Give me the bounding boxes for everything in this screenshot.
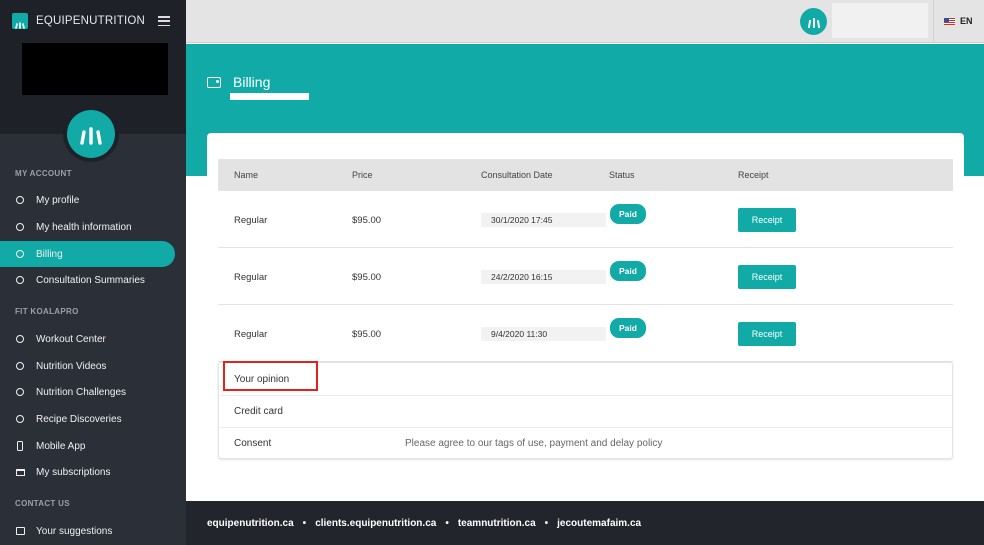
title-underline xyxy=(230,93,309,100)
option-consent[interactable]: Consent Please agree to our tags of use,… xyxy=(219,427,952,459)
topbar: EN xyxy=(186,0,984,43)
billing-card: Name Price Consultation Date Status Rece… xyxy=(207,133,964,503)
circle-icon xyxy=(16,223,24,231)
circle-icon xyxy=(16,388,24,396)
date-value: 9/4/2020 11:30 xyxy=(481,327,606,341)
sidebar-item-nutrition-challenges[interactable]: Nutrition Challenges xyxy=(0,379,175,405)
cell-price: $95.00 xyxy=(352,329,382,340)
circle-icon xyxy=(16,362,24,370)
brand-logo-icon xyxy=(12,13,28,29)
sidebar-item-consultation-summaries[interactable]: Consultation Summaries xyxy=(0,267,175,293)
sidebar-item-label: Your suggestions xyxy=(36,525,113,537)
sidebar-item-label: My profile xyxy=(36,194,80,206)
sidebar-item-workout-center[interactable]: Workout Center xyxy=(0,326,175,352)
date-value: 24/2/2020 16:15 xyxy=(481,270,606,284)
page-title: Billing xyxy=(233,74,271,90)
language-label: EN xyxy=(960,16,973,26)
table-header: Name Price Consultation Date Status Rece… xyxy=(218,159,953,191)
billing-options-panel: Your opinion Credit card Consent Please … xyxy=(218,362,953,459)
header-date: Consultation Date xyxy=(481,170,553,180)
circle-icon xyxy=(16,250,24,258)
sidebar-item-your-suggestions[interactable]: Your suggestions xyxy=(0,518,175,544)
table-row: Regular $95.00 24/2/2020 16:15 Paid Rece… xyxy=(218,248,953,305)
section-my-account: MY ACCOUNT xyxy=(15,169,72,178)
receipt-button[interactable]: Receipt xyxy=(738,322,796,346)
option-credit-card[interactable]: Credit card xyxy=(219,395,952,427)
sidebar-item-nutrition-videos[interactable]: Nutrition Videos xyxy=(0,353,175,379)
cell-price: $95.00 xyxy=(352,272,382,283)
cell-date: 24/2/2020 16:15 xyxy=(481,270,606,284)
status-badge: Paid xyxy=(610,261,646,281)
speech-bubble-icon xyxy=(16,527,25,535)
redacted-user-info xyxy=(22,43,168,95)
circle-icon xyxy=(16,335,24,343)
date-value: 30/1/2020 17:45 xyxy=(481,213,606,227)
section-fit-koalapro: FIT KOALAPRO xyxy=(15,307,79,316)
language-selector[interactable]: EN xyxy=(944,16,973,26)
receipt-button[interactable]: Receipt xyxy=(738,265,796,289)
footer-link-teamnutrition[interactable]: teamnutrition.ca xyxy=(458,518,536,529)
phone-icon xyxy=(17,441,23,451)
cell-name: Regular xyxy=(234,215,268,226)
footer-link-clients[interactable]: clients.equipenutrition.ca xyxy=(315,518,436,529)
status-badge: Paid xyxy=(610,204,646,224)
circle-icon xyxy=(16,415,24,423)
highlight-box xyxy=(223,361,318,391)
redacted-user-name[interactable] xyxy=(832,3,928,38)
brand-name: EQUIPENUTRITION xyxy=(36,15,146,27)
sidebar-item-label: My health information xyxy=(36,221,132,233)
table-row: Regular $95.00 30/1/2020 17:45 Paid Rece… xyxy=(218,191,953,248)
cell-date: 30/1/2020 17:45 xyxy=(481,213,606,227)
option-label: Credit card xyxy=(234,406,283,417)
cell-name: Regular xyxy=(234,329,268,340)
sidebar-item-label: Workout Center xyxy=(36,333,106,345)
sidebar: EQUIPENUTRITION MY ACCOUNT My profile My… xyxy=(0,0,186,545)
cell-name: Regular xyxy=(234,272,268,283)
footer-separator: • xyxy=(544,517,549,529)
header-price: Price xyxy=(352,170,373,180)
footer-link-jecoutemafaim[interactable]: jecoutemafaim.ca xyxy=(557,518,641,529)
footer-separator: • xyxy=(445,517,449,529)
sidebar-item-label: Nutrition Challenges xyxy=(36,386,127,398)
sidebar-item-label: Mobile App xyxy=(36,440,86,452)
sidebar-item-label: My subscriptions xyxy=(36,466,111,478)
footer-link-equipenutrition[interactable]: equipenutrition.ca xyxy=(207,518,294,529)
sidebar-avatar[interactable] xyxy=(63,106,119,162)
sidebar-item-recipe-discoveries[interactable]: Recipe Discoveries xyxy=(0,406,175,432)
wallet-icon xyxy=(207,76,221,88)
avatar-logo-icon xyxy=(67,110,115,158)
sidebar-item-billing[interactable]: Billing xyxy=(0,241,175,267)
section-contact-us: CONTACT US xyxy=(15,499,70,508)
footer: equipenutrition.ca • clients.equipenutri… xyxy=(186,501,984,545)
user-avatar[interactable] xyxy=(800,8,827,35)
option-your-opinion[interactable]: Your opinion xyxy=(219,363,952,395)
sidebar-item-label: Recipe Discoveries xyxy=(36,413,122,425)
option-label: Consent xyxy=(234,438,272,449)
divider xyxy=(933,0,934,43)
page-title-area: Billing xyxy=(207,74,270,90)
card-icon xyxy=(16,468,25,476)
brand[interactable]: EQUIPENUTRITION xyxy=(12,13,145,29)
hamburger-menu-icon[interactable] xyxy=(158,16,170,26)
receipt-button[interactable]: Receipt xyxy=(738,208,796,232)
table-row: Regular $95.00 9/4/2020 11:30 Paid Recei… xyxy=(218,305,953,362)
consent-description: Please agree to our tags of use, payment… xyxy=(405,438,663,449)
sidebar-item-my-profile[interactable]: My profile xyxy=(0,187,175,213)
sidebar-item-label: Billing xyxy=(36,248,63,260)
header-receipt: Receipt xyxy=(738,170,769,180)
cell-date: 9/4/2020 11:30 xyxy=(481,327,606,341)
us-flag-icon xyxy=(944,17,955,25)
circle-icon xyxy=(16,276,24,284)
sidebar-item-mobile-app[interactable]: Mobile App xyxy=(0,433,175,459)
footer-separator: • xyxy=(302,517,307,529)
sidebar-item-label: Nutrition Videos xyxy=(36,360,107,372)
status-badge: Paid xyxy=(610,318,646,338)
sidebar-item-health-information[interactable]: My health information xyxy=(0,214,175,240)
sidebar-item-label: Consultation Summaries xyxy=(36,274,145,286)
cell-price: $95.00 xyxy=(352,215,382,226)
sidebar-item-my-subscriptions[interactable]: My subscriptions xyxy=(0,459,175,485)
circle-icon xyxy=(16,196,24,204)
header-name: Name xyxy=(234,170,259,180)
header-status: Status xyxy=(609,170,635,180)
